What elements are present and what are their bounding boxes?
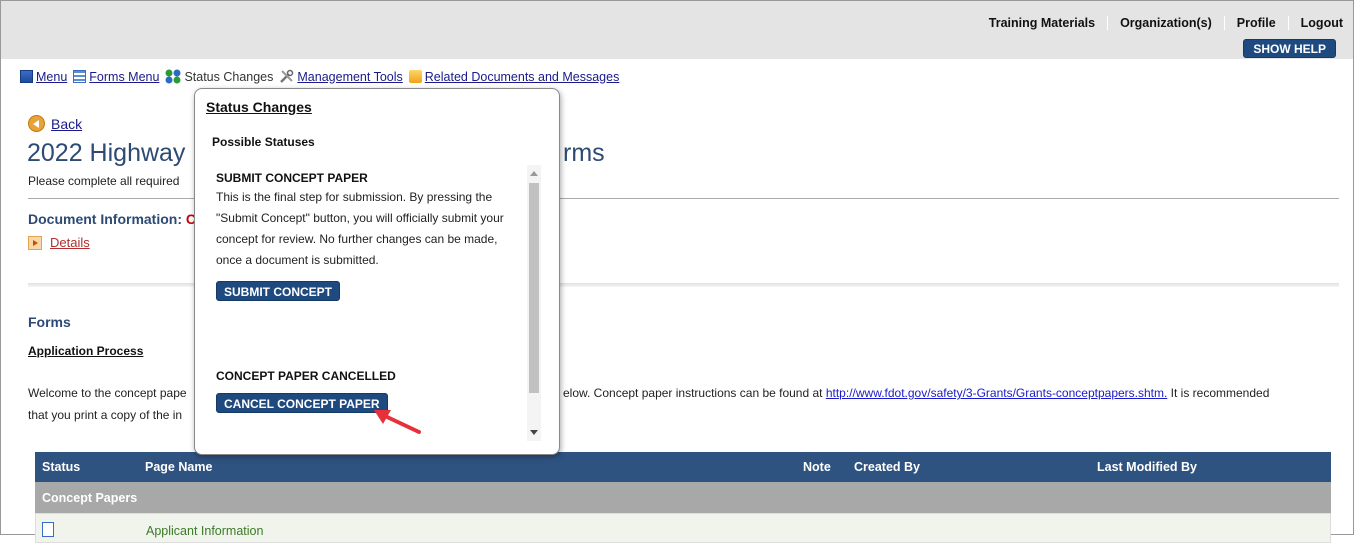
document-information-heading: Document Information: C	[28, 211, 196, 227]
profile-link[interactable]: Profile	[1237, 16, 1276, 30]
table-header: Status Page Name Note Created By Last Mo…	[35, 452, 1331, 482]
table-row: Applicant Information	[35, 513, 1331, 543]
divider	[1287, 16, 1289, 30]
submit-concept-button[interactable]: SUBMIT CONCEPT	[216, 281, 340, 301]
page-title-left: 2022 Highway	[27, 139, 186, 167]
welcome-text-right: elow. Concept paper instructions can be …	[563, 386, 1269, 400]
note-column-header[interactable]: Note	[803, 460, 831, 474]
top-links: Training Materials Organization(s) Profi…	[989, 16, 1343, 30]
forms-heading: Forms	[28, 314, 71, 330]
wrench-icon	[280, 69, 294, 83]
folder-icon	[408, 70, 422, 83]
scrollbar-thumb[interactable]	[529, 183, 539, 393]
logout-link[interactable]: Logout	[1301, 16, 1343, 30]
page-name-column-header[interactable]: Page Name	[145, 460, 212, 474]
back-arrow-icon	[28, 115, 45, 132]
cancelled-status-heading: CONCEPT PAPER CANCELLED	[216, 369, 396, 383]
organizations-link[interactable]: Organization(s)	[1120, 16, 1212, 30]
divider	[1223, 16, 1225, 30]
page-name-link[interactable]: Applicant Information	[146, 524, 263, 538]
back-link-group[interactable]: Back	[28, 115, 82, 132]
created-by-column-header[interactable]: Created By	[854, 460, 920, 474]
welcome-text: elow. Concept paper instructions can be …	[563, 386, 826, 400]
divider	[1107, 16, 1109, 30]
status-list: SUBMIT CONCEPT PAPER This is the final s…	[212, 165, 542, 441]
details-toggle[interactable]: Details	[28, 235, 90, 250]
welcome-text-left: Welcome to the concept pape	[28, 386, 187, 400]
status-changes-link[interactable]: Status Changes	[184, 70, 273, 84]
possible-statuses-label: Possible Statuses	[212, 135, 315, 149]
related-documents-link[interactable]: Related Documents and Messages	[425, 70, 620, 84]
details-link[interactable]: Details	[50, 235, 90, 250]
scroll-down-icon[interactable]	[530, 430, 538, 435]
red-pointer-arrow-icon	[374, 410, 421, 434]
table-group-row: Concept Papers	[35, 482, 1331, 513]
popup-scrollbar[interactable]	[527, 165, 541, 441]
application-process-heading: Application Process	[28, 344, 144, 358]
forms-table: Status Page Name Note Created By Last Mo…	[35, 452, 1331, 543]
management-tools-link[interactable]: Management Tools	[297, 70, 402, 84]
forms-menu-icon	[73, 70, 87, 83]
instructions-text: Please complete all required	[28, 174, 180, 188]
welcome-text-line2: that you print a copy of the in	[28, 408, 183, 422]
last-modified-by-column-header[interactable]: Last Modified By	[1097, 460, 1197, 474]
page-title-right: rms	[563, 139, 605, 167]
status-changes-icon	[165, 69, 181, 84]
concept-papers-link[interactable]: http://www.fdot.gov/safety/3-Grants/Gran…	[826, 386, 1167, 400]
submit-status-description: This is the final step for submission. B…	[216, 190, 504, 267]
menu-icon	[20, 70, 33, 83]
page-title: 2022 Highway rms	[27, 139, 605, 168]
menu-link[interactable]: Menu	[36, 70, 67, 84]
show-help-button[interactable]: SHOW HELP	[1243, 39, 1336, 58]
top-bar: Training Materials Organization(s) Profi…	[1, 1, 1353, 59]
forms-menu-link[interactable]: Forms Menu	[89, 70, 159, 84]
training-materials-link[interactable]: Training Materials	[989, 16, 1095, 30]
cancel-concept-paper-button[interactable]: CANCEL CONCEPT PAPER	[216, 393, 388, 413]
scroll-up-icon[interactable]	[530, 171, 538, 176]
status-column-header[interactable]: Status	[42, 460, 80, 474]
submit-status-heading: SUBMIT CONCEPT PAPER	[216, 171, 368, 185]
status-changes-popup: Status Changes Possible Statuses SUBMIT …	[194, 88, 560, 455]
expand-arrow-icon	[28, 235, 42, 250]
menu-bar: Menu Forms Menu Status Changes Managemen…	[17, 69, 619, 84]
popup-title: Status Changes	[206, 99, 312, 115]
welcome-text-end: It is recommended	[1167, 386, 1270, 400]
back-link[interactable]: Back	[51, 116, 82, 132]
document-information-label: Document Information:	[28, 211, 182, 227]
